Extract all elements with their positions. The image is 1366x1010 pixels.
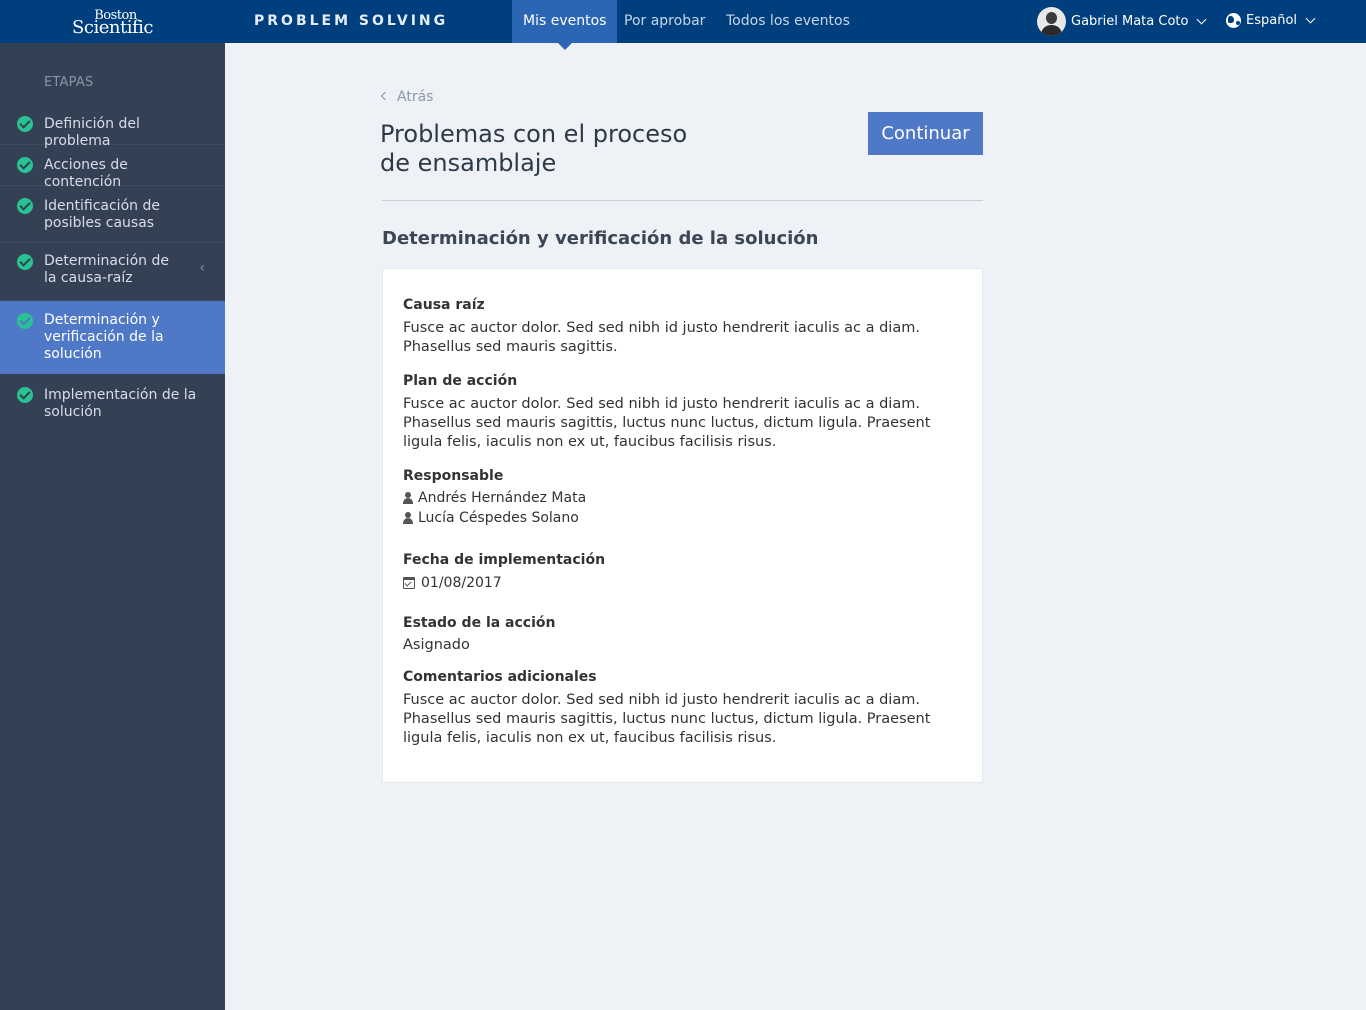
field-value: Fusce ac auctor dolor. Sed sed nibh id j… [403,396,931,450]
field-label: Plan de acción [403,373,518,389]
language-label: Español [1246,13,1298,28]
responsible-person: Andrés Hernández Mata [403,488,962,508]
brand-line-2: Scientific [72,16,153,38]
root-cause-field: Causa raíz Fusce ac auctor dolor. Sed se… [403,297,962,357]
user-name: Gabriel Mata Coto [1071,14,1189,29]
sidebar-step-problem-definition[interactable]: Definición del problema [0,104,225,149]
sidebar-step-label: Determinación de la causa-raíz [44,253,169,286]
chevron-down-icon [1197,14,1207,25]
tab-mis-eventos[interactable]: Mis eventos [512,0,618,50]
check-circle-icon [17,116,33,132]
tab-todos-los-eventos[interactable]: Todos los eventos [715,0,861,43]
check-circle-icon [17,157,33,173]
chevron-left-icon[interactable]: ‹ [199,260,205,277]
responsible-person: Lucía Céspedes Solano [403,508,962,528]
sidebar-step-label: Determinación y verificación de la soluc… [44,312,164,362]
sidebar-step-solution-implementation[interactable]: Implementación de la solución [0,374,225,432]
sidebar-step-solution-verification[interactable]: Determinación y verificación de la soluc… [0,301,225,374]
user-menu[interactable]: Gabriel Mata Coto [1037,7,1207,36]
responsible-field: Responsable Andrés Hernández Mata Lucía … [403,468,962,528]
field-value: Fusce ac auctor dolor. Sed sed nibh id j… [403,320,920,355]
field-label: Estado de la acción [403,615,556,631]
sidebar-step-containment-actions[interactable]: Acciones de contención [0,145,225,190]
language-selector[interactable]: Español [1226,13,1316,28]
brand-logo[interactable]: Boston Scientific [0,0,225,43]
tab-por-aprobar[interactable]: Por aprobar [613,0,716,43]
date-text: 01/08/2017 [421,575,502,591]
sidebar: Boston Scientific ETAPAS Definición del … [0,0,225,1010]
field-label: Comentarios adicionales [403,669,597,685]
comments-field: Comentarios adicionales Fusce ac auctor … [403,669,962,748]
calendar-check-icon [403,577,415,589]
sidebar-heading: ETAPAS [44,75,94,90]
page-title: Problemas con el proceso de ensamblaje [380,120,688,177]
date-value: 01/08/2017 [403,573,962,593]
app-title: PROBLEM SOLVING [254,13,449,29]
sidebar-step-label: Identificación de posibles causas [44,198,160,231]
sidebar-step-root-cause[interactable]: Determinación de la causa-raíz ‹ [0,243,225,301]
globe-icon [1226,13,1241,28]
implementation-date-field: Fecha de implementación 01/08/2017 [403,552,962,593]
user-icon [403,512,413,524]
check-circle-icon [17,387,33,403]
field-label: Causa raíz [403,297,485,313]
action-plan-field: Plan de acción Fusce ac auctor dolor. Se… [403,373,962,452]
continue-button[interactable]: Continuar [868,112,983,155]
check-circle-icon [17,313,33,329]
chevron-left-icon [380,91,390,101]
field-value: Fusce ac auctor dolor. Sed sed nibh id j… [403,692,931,746]
sidebar-step-label: Implementación de la solución [44,387,197,420]
user-icon [403,492,413,504]
person-name: Andrés Hernández Mata [418,490,587,506]
check-circle-icon [17,198,33,214]
field-value: Asignado [403,637,470,653]
check-circle-icon [17,254,33,270]
back-label: Atrás [397,89,434,105]
solution-details-card: Causa raíz Fusce ac auctor dolor. Sed se… [382,268,983,783]
person-name: Lucía Céspedes Solano [418,510,579,526]
action-status-field: Estado de la acción Asignado [403,615,962,655]
sidebar-step-possible-causes[interactable]: Identificación de posibles causas [0,186,225,243]
field-label: Fecha de implementación [403,552,606,568]
divider [382,200,983,201]
top-navigation-bar: PROBLEM SOLVING Mis eventos Por aprobar … [225,0,1366,50]
avatar [1037,7,1066,36]
back-link[interactable]: Atrás [380,89,434,105]
chevron-down-icon [1305,13,1316,24]
section-title: Determinación y verificación de la soluc… [382,228,819,249]
field-label: Responsable [403,468,504,484]
